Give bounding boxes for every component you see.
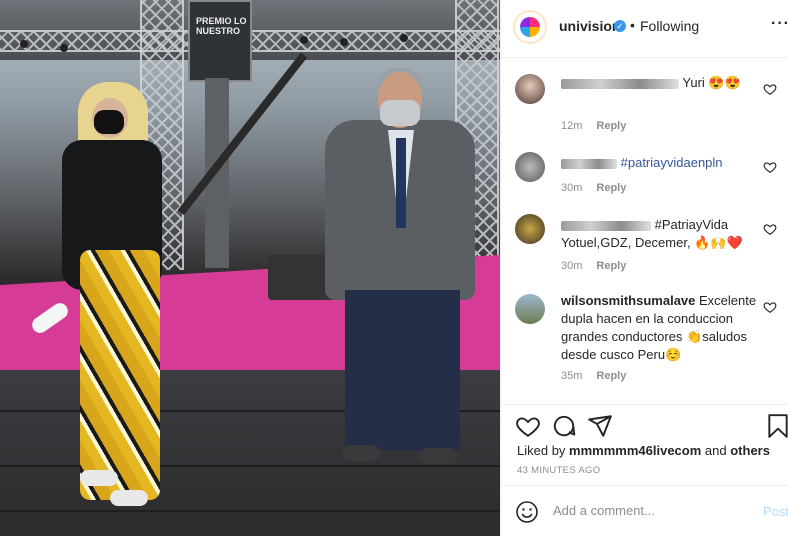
emoji-icon[interactable] [515,500,539,524]
avatar[interactable] [513,10,547,44]
comment-time: 30m [561,182,583,194]
liked-by-others[interactable]: others [730,443,770,458]
like-heart-icon[interactable] [515,413,541,439]
comment-text: wilsonsmithsumalave Excelente dupla hace… [561,293,757,362]
comment-meta: 30m Reply [561,260,626,272]
avatar[interactable] [515,294,545,324]
separator-dot: • [630,17,635,33]
comments-list: Yuri 😍😍 12m Reply #patriayvidaenpln 30m Re… [501,58,788,404]
avatar[interactable] [515,152,545,182]
woman-pants [80,250,160,500]
univision-logo-icon [520,17,540,37]
username-link[interactable]: univision [559,18,620,34]
comment-icon[interactable] [551,413,577,439]
verified-badge-icon: ✓ [614,20,626,32]
comment-text: #PatriayVida Yotuel,GDZ, Decemer, 🔥🙌❤️ [561,217,743,250]
stage-light [60,44,68,52]
reply-button[interactable]: Reply [596,260,626,272]
blurred-username [561,78,679,89]
heart-icon[interactable] [763,222,777,236]
comment-time: 30m [561,260,583,272]
liked-by-user[interactable]: mmmmmm46livecom [569,443,701,458]
bookmark-icon[interactable] [765,413,788,439]
liked-by: Liked by mmmmmm46livecom and others [517,443,770,458]
blurred-username [561,158,617,169]
comment-text: Yuri 😍😍 [561,74,761,92]
shoe [420,448,458,464]
heart-icon[interactable] [763,82,777,96]
add-comment-input[interactable] [551,502,745,519]
blurred-username [561,220,651,231]
avatar[interactable] [515,74,545,104]
comment-time: 12m [561,120,583,132]
stage-sign: PREMIO LO NUESTRO [188,0,252,82]
heart-icon[interactable] [763,160,777,174]
face-mask [380,100,420,126]
comment-meta: 30m Reply [561,182,626,194]
reply-button[interactable]: Reply [596,370,626,382]
reply-button[interactable]: Reply [596,120,626,132]
post-header: univision ✓ • Following ··· [501,0,788,58]
stage-sign-text: PREMIO LO NUESTRO [196,16,247,36]
post-side-panel: univision ✓ • Following ··· Yuri 😍😍 12m R… [500,0,788,536]
comment-meta: 12m Reply [561,120,626,132]
stage-light [300,36,308,44]
post-button[interactable]: Post [763,504,788,519]
add-comment-bar: Post [501,485,788,537]
following-button[interactable]: Following [640,18,699,34]
more-horizontal-icon[interactable]: ··· [771,15,788,33]
comment-text: #patriayvidaenpln [561,154,761,172]
post-timestamp[interactable]: 43 MINUTES AGO [517,465,600,476]
man-tie [396,138,406,228]
face-mask [94,110,124,134]
avatar[interactable] [515,214,545,244]
stage-light [340,38,348,46]
comment-username[interactable]: wilsonsmithsumalave [561,293,695,308]
stage-light [20,40,28,48]
reply-button[interactable]: Reply [596,182,626,194]
post-actions: Liked by mmmmmm46livecom and others 43 M… [501,404,788,485]
shoe [342,445,380,461]
stage-light [400,34,408,42]
heart-icon[interactable] [763,300,777,314]
share-icon[interactable] [587,413,613,439]
comment-time: 35m [561,370,583,382]
man-pants [345,290,460,450]
shoe [110,490,148,506]
comment-meta: 35m Reply [561,370,626,382]
instagram-post: PREMIO LO NUESTRO univision ✓ • Followin… [0,0,788,536]
post-photo[interactable]: PREMIO LO NUESTRO [0,0,500,536]
shoe [80,470,118,486]
